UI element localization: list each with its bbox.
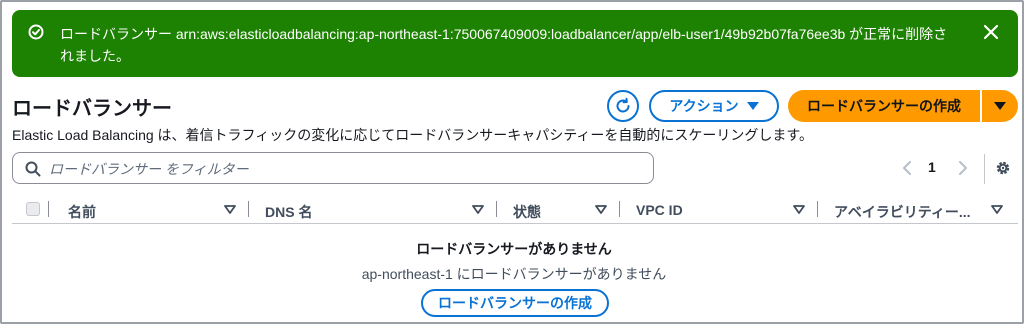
empty-create-load-balancer-button[interactable]: ロードバランサーの作成 xyxy=(421,289,609,317)
refresh-button[interactable] xyxy=(607,90,639,122)
gear-icon[interactable] xyxy=(994,159,1012,177)
column-divider[interactable] xyxy=(619,201,620,217)
column-header-dns[interactable]: DNS 名 xyxy=(265,202,312,222)
pager-divider xyxy=(984,154,985,184)
page-description: Elastic Load Balancing は、着信トラフィックの変化に応じて… xyxy=(12,127,814,143)
page-title: ロードバランサー xyxy=(12,98,172,120)
create-load-balancer-button[interactable]: ロードバランサーの作成 xyxy=(788,90,980,122)
refresh-icon xyxy=(616,97,630,113)
sort-icon[interactable] xyxy=(991,205,1003,215)
close-icon[interactable] xyxy=(982,23,1000,41)
next-page-icon[interactable] xyxy=(952,158,972,178)
previous-page-icon[interactable] xyxy=(898,158,918,178)
caret-down-icon xyxy=(746,102,759,110)
sort-icon[interactable] xyxy=(472,205,484,215)
caret-down-icon xyxy=(994,102,1006,110)
actions-dropdown-button[interactable]: アクション xyxy=(649,90,779,122)
current-page-number[interactable]: 1 xyxy=(928,159,936,175)
sort-icon[interactable] xyxy=(595,205,607,215)
column-header-state[interactable]: 状態 xyxy=(513,202,541,222)
success-flash-banner: ロードバランサー arn:aws:elasticloadbalancing:ap… xyxy=(12,10,1018,77)
filter-input[interactable] xyxy=(49,159,639,179)
select-all-checkbox[interactable] xyxy=(26,202,40,216)
actions-label: アクション xyxy=(669,98,739,114)
column-header-vpc-id[interactable]: VPC ID xyxy=(636,202,683,218)
search-icon xyxy=(25,161,41,177)
flash-message: ロードバランサー arn:aws:elasticloadbalancing:ap… xyxy=(60,26,948,64)
column-divider xyxy=(48,201,49,217)
empty-state-subtitle: ap-northeast-1 にロードバランサーがありません xyxy=(361,266,667,282)
filter-field[interactable] xyxy=(12,152,654,184)
app-frame: ロードバランサー arn:aws:elasticloadbalancing:ap… xyxy=(0,0,1024,324)
empty-state-title: ロードバランサーがありません xyxy=(416,241,612,257)
column-divider[interactable] xyxy=(817,201,818,217)
table-header: 名前 DNS 名 状態 VPC ID アベイラビリティー... xyxy=(12,198,1018,224)
sort-icon[interactable] xyxy=(793,205,805,215)
column-divider[interactable] xyxy=(248,201,249,217)
column-divider[interactable] xyxy=(496,201,497,217)
column-header-availability-zones[interactable]: アベイラビリティー... xyxy=(834,202,971,222)
success-check-icon xyxy=(28,24,44,40)
column-header-name[interactable]: 名前 xyxy=(68,202,96,222)
create-options-dropdown-button[interactable] xyxy=(982,90,1018,122)
sort-icon[interactable] xyxy=(224,205,236,215)
